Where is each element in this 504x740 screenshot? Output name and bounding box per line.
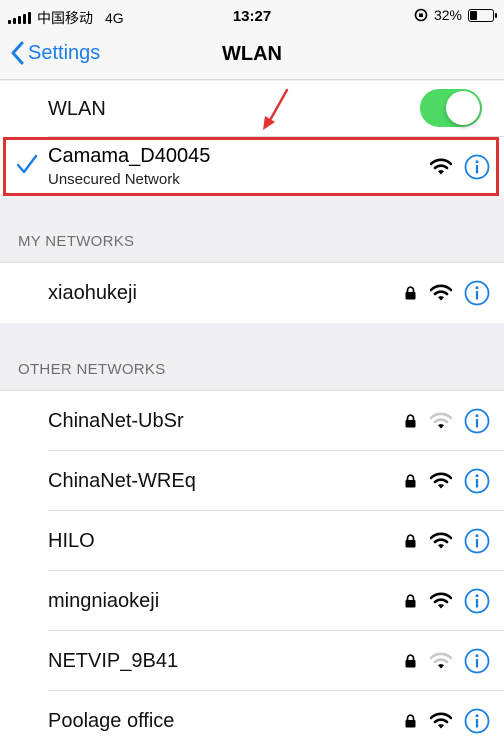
network-icons [405,511,490,571]
wlan-toggle-switch[interactable] [420,89,482,127]
network-name: HILO [48,529,95,552]
info-icon[interactable] [464,648,490,674]
annotation-arrow-icon [263,88,289,130]
network-name: ChinaNet-UbSr [48,409,184,432]
my-networks-header: MY NETWORKS [18,233,135,250]
network-name: Poolage office [48,709,175,732]
info-icon[interactable] [464,280,490,306]
battery-icon [468,8,497,22]
network-row[interactable]: ChinaNet-UbSr [0,391,504,451]
info-icon[interactable] [464,528,490,554]
wifi-icon [430,158,452,175]
info-icon[interactable] [464,408,490,434]
lock-icon [405,534,416,548]
my-networks-list: xiaohukeji [0,262,504,323]
network-name: xiaohukeji [48,281,137,304]
connected-network-icons [430,137,490,197]
connected-network-status: Unsecured Network [48,171,180,188]
lock-icon [405,474,416,488]
info-icon[interactable] [464,708,490,734]
wifi-icon [430,412,452,429]
connected-network-row[interactable]: Camama_D40045 Unsecured Network [0,137,504,195]
battery-fill [470,10,478,20]
nav-bar: Settings WLAN [0,32,504,80]
wifi-icon [430,652,452,669]
network-icons [405,451,490,511]
page-title: WLAN [222,43,282,65]
wlan-toggle-row: WLAN [0,81,504,137]
network-row[interactable]: Poolage office [0,691,504,740]
wifi-icon [430,592,452,609]
network-row[interactable]: mingniaokeji [0,571,504,631]
network-row[interactable]: ChinaNet-WREq [0,451,504,511]
connected-network-name: Camama_D40045 [48,145,211,167]
lock-icon [405,286,416,300]
wlan-group: WLAN Camama_D40045 Unsecured Network [0,81,504,195]
toggle-knob [446,91,480,125]
lock-icon [405,714,416,728]
other-networks-list: ChinaNet-UbSr ChinaNet-WREq HILO mingniaoke… [0,390,504,740]
status-bar: 中国移动 4G 13:27 32% [0,0,504,32]
network-row[interactable]: NETVIP_9B41 [0,631,504,691]
wifi-icon [430,472,452,489]
info-icon[interactable] [464,154,490,180]
lock-icon [405,414,416,428]
lock-icon [405,594,416,608]
network-row[interactable]: xiaohukeji [0,263,504,323]
network-icons [405,391,490,451]
other-networks-header: OTHER NETWORKS [18,361,166,378]
network-row[interactable]: HILO [0,511,504,571]
lock-icon [405,654,416,668]
battery-percent: 32% [433,7,462,23]
network-name: ChinaNet-WREq [48,469,196,492]
orientation-lock-icon [414,8,428,22]
network-icons [405,691,490,740]
checkmark-icon [16,154,38,174]
wifi-icon [430,284,452,301]
wifi-icon [430,712,452,729]
network-name: mingniaokeji [48,589,160,612]
network-name: NETVIP_9B41 [48,649,179,672]
info-icon[interactable] [464,468,490,494]
wlan-toggle-label: WLAN [48,97,106,120]
network-icons [405,263,490,323]
network-icons [405,571,490,631]
info-icon[interactable] [464,588,490,614]
status-right: 32% [414,7,497,23]
wifi-icon [430,532,452,549]
network-icons [405,631,490,691]
